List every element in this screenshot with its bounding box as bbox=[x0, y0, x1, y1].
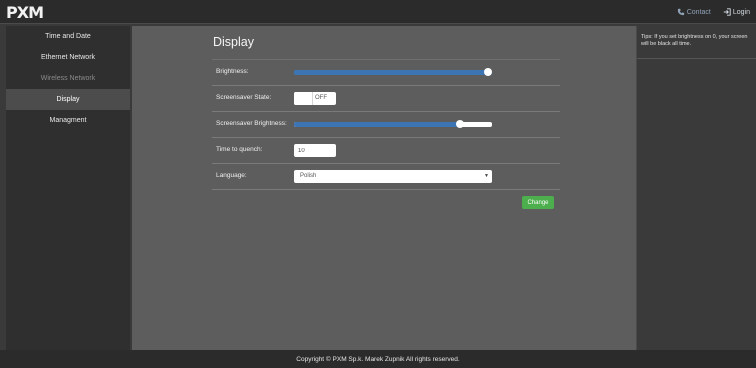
change-button[interactable]: Change bbox=[522, 196, 554, 209]
sidebar-item-wireless-network[interactable]: Wireless Network bbox=[6, 68, 130, 89]
screensaver-state-toggle[interactable]: OFF bbox=[294, 92, 336, 105]
settings-panel: Display Brightness: Screensaver State: O… bbox=[132, 26, 636, 350]
screensaver-state-label: Screensaver State: bbox=[216, 94, 272, 101]
screensaver-brightness-slider[interactable] bbox=[294, 120, 492, 128]
brightness-slider[interactable] bbox=[294, 68, 492, 76]
time-to-quench-input[interactable] bbox=[294, 144, 336, 157]
screensaver-state-row: Screensaver State: OFF bbox=[212, 86, 560, 112]
top-nav: Contact Login bbox=[677, 0, 750, 24]
time-to-quench-row: Time to quench: bbox=[212, 138, 560, 164]
sidebar-item-managment[interactable]: Managment bbox=[6, 110, 130, 131]
sidebar: Time and Date Ethernet Network Wireless … bbox=[6, 26, 130, 350]
brightness-row: Brightness: bbox=[212, 60, 560, 86]
brightness-slider-fill bbox=[294, 70, 488, 75]
language-label: Language: bbox=[216, 172, 247, 179]
page-title: Display bbox=[213, 35, 254, 49]
tips-panel: Tips: If you set brightness on 0, your s… bbox=[636, 26, 756, 350]
toggle-knob bbox=[294, 92, 313, 105]
top-bar: PXM Contact Login bbox=[0, 0, 756, 24]
screensaver-brightness-slider-thumb[interactable] bbox=[456, 120, 464, 128]
brightness-label: Brightness: bbox=[216, 68, 249, 75]
language-select[interactable]: Polish ▼ bbox=[294, 170, 492, 183]
login-label: Login bbox=[732, 8, 750, 16]
footer: Copyright © PXM Sp.k. Marek Zupnik All r… bbox=[0, 350, 756, 368]
language-select-value: Polish bbox=[300, 173, 317, 179]
screensaver-brightness-row: Screensaver Brightness: bbox=[212, 112, 560, 138]
sidebar-item-display[interactable]: Display bbox=[6, 89, 130, 110]
screensaver-brightness-slider-fill bbox=[294, 122, 460, 127]
chevron-down-icon: ▼ bbox=[484, 173, 489, 179]
login-link[interactable]: Login bbox=[723, 8, 750, 16]
divider bbox=[637, 58, 756, 59]
login-icon bbox=[723, 8, 731, 16]
phone-icon bbox=[677, 8, 684, 16]
tips-text: Tips: If you set brightness on 0, your s… bbox=[641, 34, 748, 47]
toggle-state-text: OFF bbox=[315, 95, 327, 101]
contact-link[interactable]: Contact bbox=[677, 8, 711, 16]
sidebar-item-time-and-date[interactable]: Time and Date bbox=[6, 26, 130, 47]
screensaver-brightness-label: Screensaver Brightness: bbox=[216, 120, 287, 127]
pxm-logo[interactable]: PXM bbox=[6, 3, 44, 22]
brightness-slider-thumb[interactable] bbox=[484, 68, 492, 76]
sidebar-item-ethernet-network[interactable]: Ethernet Network bbox=[6, 47, 130, 68]
contact-label: Contact bbox=[686, 8, 711, 16]
time-to-quench-label: Time to quench: bbox=[216, 146, 263, 153]
copyright-text: Copyright © PXM Sp.k. Marek Zupnik All r… bbox=[296, 355, 460, 363]
language-row: Language: Polish ▼ bbox=[212, 164, 560, 190]
